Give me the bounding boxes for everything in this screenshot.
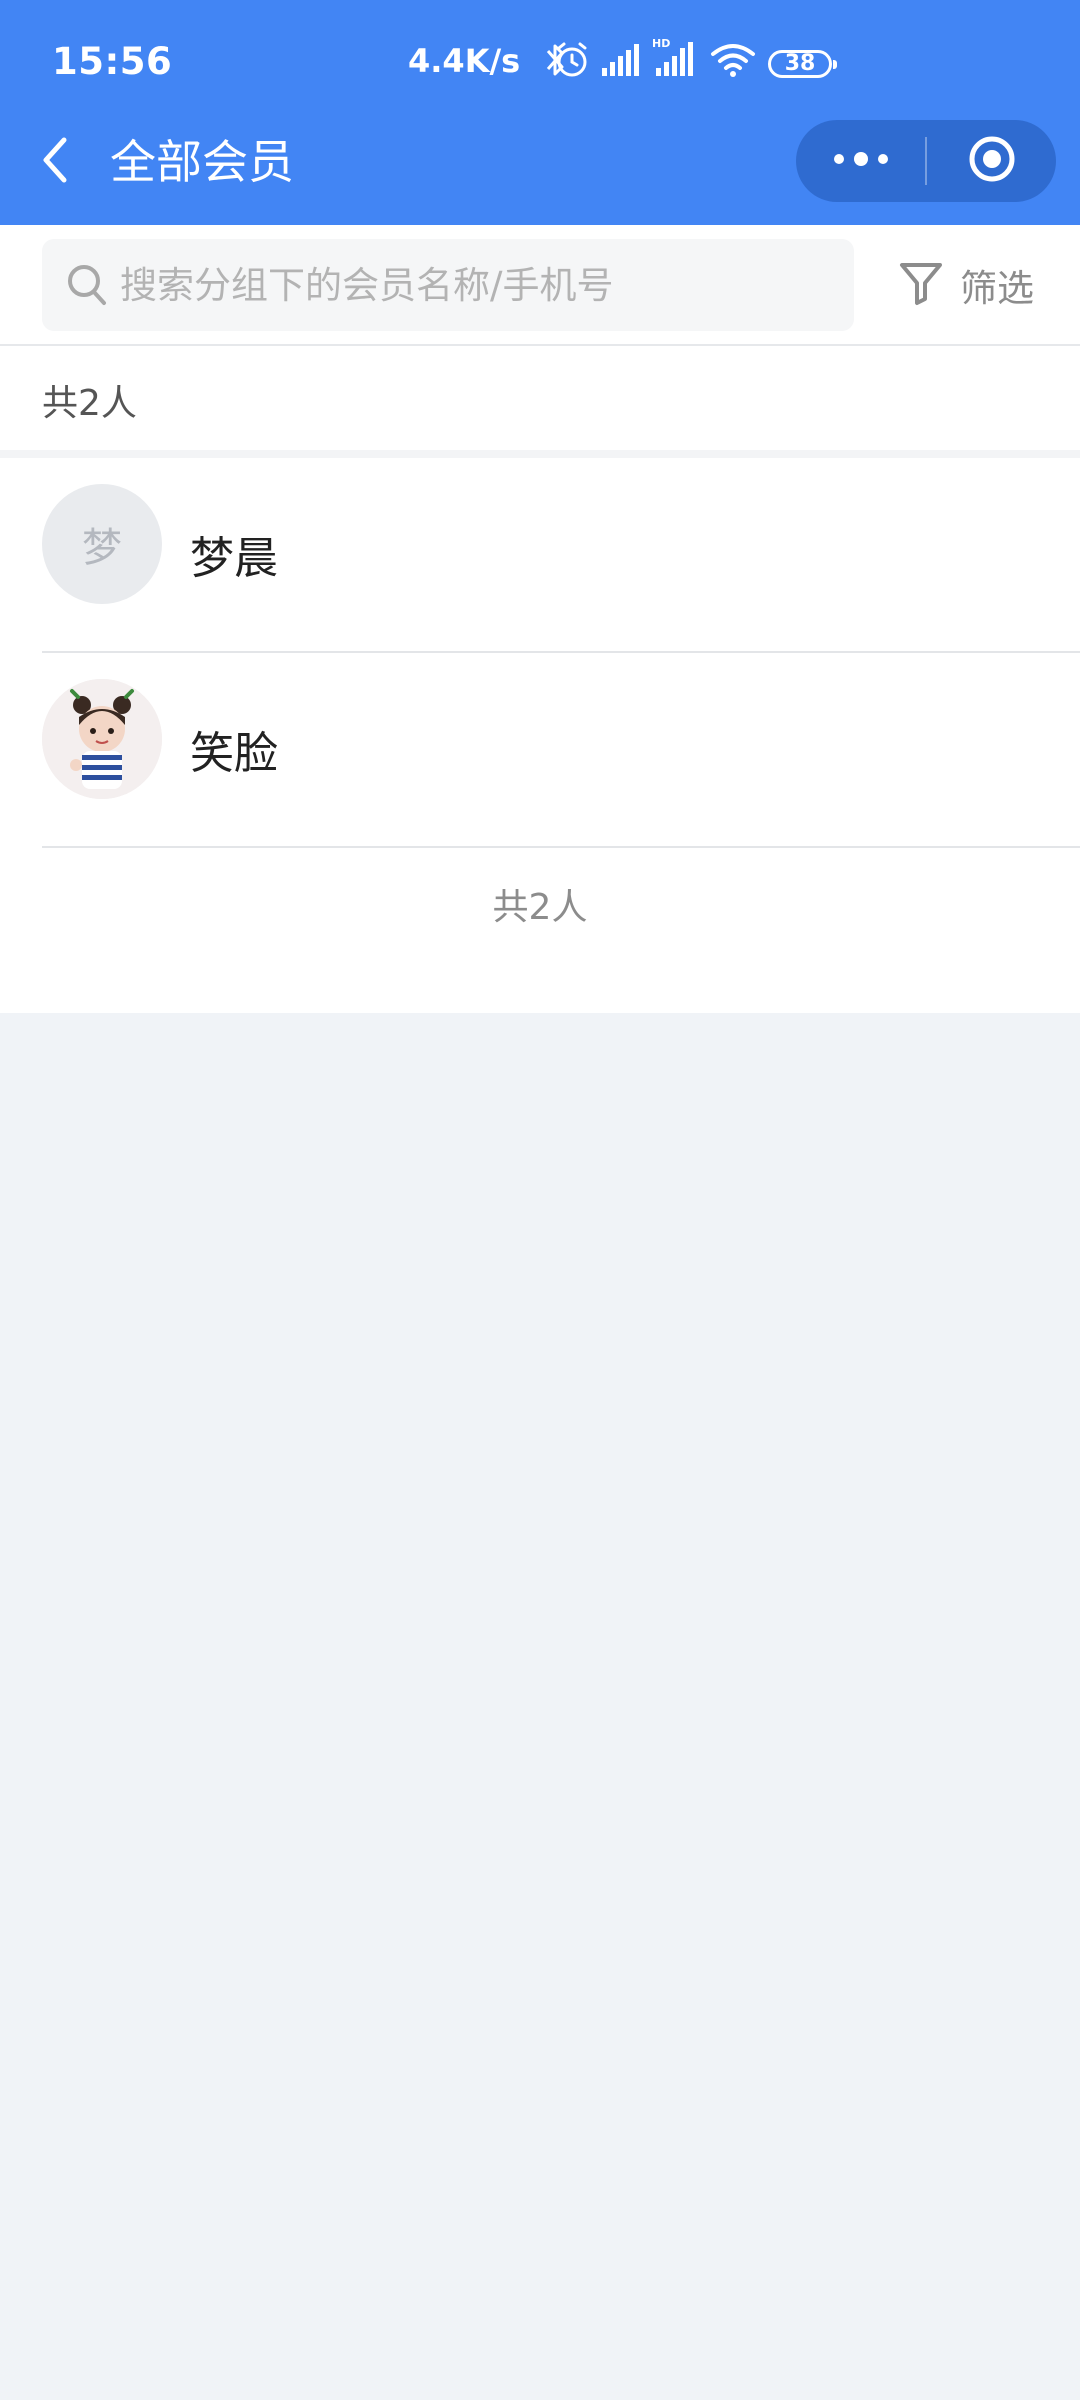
row-divider — [42, 846, 1080, 848]
member-name: 梦晨 — [190, 533, 278, 584]
network-speed: 4.4K/s — [408, 42, 521, 80]
girl-avatar-icon — [42, 679, 162, 799]
status-bar: 15:56 4.4K/s HD 38 — [0, 0, 1080, 120]
member-row[interactable]: 梦 梦晨 — [0, 458, 1080, 653]
avatar-photo — [42, 679, 162, 799]
mini-program-capsule — [796, 120, 1056, 202]
target-icon — [967, 134, 1017, 188]
back-button[interactable] — [30, 132, 80, 192]
chevron-left-icon — [40, 136, 70, 188]
search-area: 筛选 — [0, 225, 1080, 346]
search-icon — [66, 261, 110, 313]
member-count: 共2人 — [42, 383, 137, 424]
member-row[interactable]: 笑脸 — [0, 653, 1080, 848]
filter-button[interactable]: 筛选 — [898, 255, 1034, 315]
member-count-bar: 共2人 — [0, 346, 1080, 450]
section-gap — [0, 450, 1080, 458]
member-name: 笑脸 — [190, 728, 278, 779]
avatar: 梦 — [42, 484, 162, 604]
search-input[interactable] — [120, 239, 820, 331]
more-button[interactable] — [796, 120, 925, 202]
search-box[interactable] — [42, 239, 854, 331]
signal-icon — [600, 40, 642, 84]
more-dots-icon — [833, 151, 889, 171]
hd-signal-icon: HD — [652, 36, 698, 84]
page-title: 全部会员 — [110, 135, 294, 189]
list-footer-count: 共2人 — [492, 887, 588, 928]
status-time: 15:56 — [52, 40, 173, 83]
member-list: 梦 梦晨 笑脸 共2人 — [0, 458, 1080, 1013]
nav-bar: 全部会员 — [0, 120, 1080, 225]
alarm-clock-icon — [552, 40, 592, 84]
filter-label: 筛选 — [960, 267, 1034, 310]
header: 15:56 4.4K/s HD 38 全部会员 — [0, 0, 1080, 225]
battery-icon: 38 — [768, 50, 837, 78]
close-mini-program-button[interactable] — [927, 120, 1056, 202]
svg-text:HD: HD — [652, 37, 670, 50]
page: 15:56 4.4K/s HD 38 全部会员 搜索分组下的会员名称/手机号 筛… — [0, 0, 1080, 2400]
funnel-icon — [898, 260, 944, 310]
wifi-icon — [710, 40, 756, 84]
